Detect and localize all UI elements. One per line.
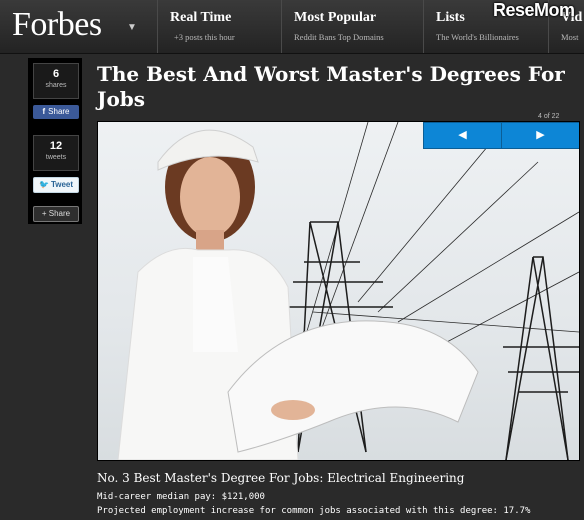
nav-subtext: +3 posts this hour xyxy=(174,32,235,42)
nav-real-time[interactable]: Real Time +3 posts this hour xyxy=(157,0,290,53)
shares-count-box: 6 shares xyxy=(33,63,79,99)
resemom-watermark: ReseMom xyxy=(493,0,575,20)
triangle-left-icon: ◀ xyxy=(458,129,467,141)
top-nav-bar: Forbes ▼ Real Time +3 posts this hour Mo… xyxy=(0,0,584,54)
tweets-count: 12 xyxy=(49,140,63,152)
nav-subtext: Reddit Bans Top Domains xyxy=(294,32,384,42)
chevron-down-icon[interactable]: ▼ xyxy=(127,22,137,33)
tweet-button[interactable]: 🐦 Tweet xyxy=(33,177,79,193)
slide-image: ◀ ▶ xyxy=(97,121,580,461)
nav-subtext: Most xyxy=(561,32,579,42)
slide-caption-title: No. 3 Best Master's Degree For Jobs: Ele… xyxy=(97,471,465,485)
caption-line: Mid-career median pay: $121,000 xyxy=(97,492,265,502)
tweet-label: Tweet xyxy=(50,180,74,189)
more-share-button[interactable]: + Share xyxy=(33,206,79,222)
tweets-label: tweets xyxy=(45,154,67,161)
nav-heading: Real Time xyxy=(170,10,232,25)
triangle-right-icon: ▶ xyxy=(536,129,545,141)
nav-most-popular[interactable]: Most Popular Reddit Bans Top Domains xyxy=(281,0,434,53)
next-slide-button[interactable]: ▶ xyxy=(501,122,579,149)
facebook-share-button[interactable]: f Share xyxy=(33,105,79,119)
article-title: The Best And Worst Master's Degrees For … xyxy=(97,62,565,111)
nav-heading: Lists xyxy=(436,10,465,25)
share-sidebar: 6 shares f Share 12 tweets 🐦 Tweet + Share xyxy=(28,58,82,224)
slide-counter: 4 of 22 xyxy=(538,113,560,120)
tweets-count-box: 12 tweets xyxy=(33,135,79,171)
slide-photo-illustration xyxy=(117,122,579,460)
shares-label: shares xyxy=(45,82,67,89)
prev-slide-button[interactable]: ◀ xyxy=(423,122,502,149)
facebook-share-label: Share xyxy=(48,107,70,116)
forbes-logo[interactable]: Forbes xyxy=(12,6,102,44)
nav-subtext: The World's Billionaires xyxy=(436,32,519,42)
caption-line: Projected employment increase for common… xyxy=(97,506,531,516)
facebook-icon: f xyxy=(42,107,46,116)
shares-count: 6 xyxy=(52,68,60,80)
nav-heading: Most Popular xyxy=(294,10,377,25)
twitter-bird-icon: 🐦 xyxy=(38,180,49,189)
